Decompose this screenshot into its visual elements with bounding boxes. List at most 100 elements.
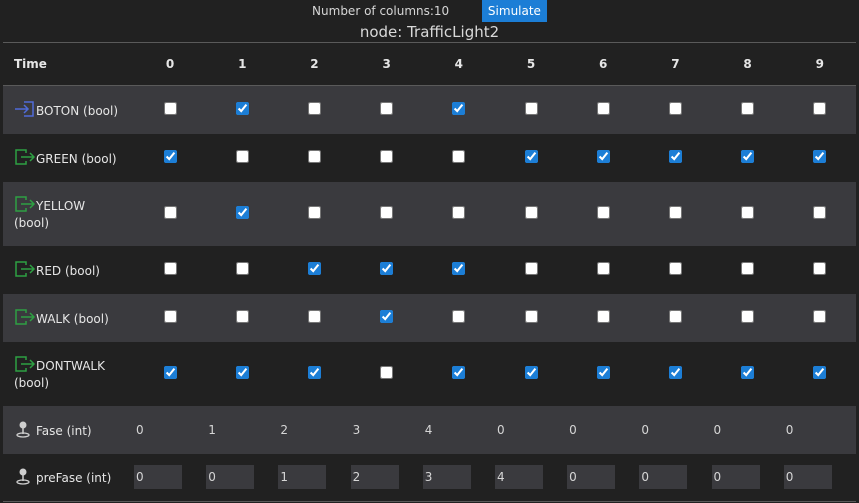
bool-value-checkbox[interactable] xyxy=(524,309,538,323)
bool-value-checkbox[interactable] xyxy=(452,309,466,323)
value-cell xyxy=(567,406,639,454)
bool-value-checkbox[interactable] xyxy=(163,309,177,323)
bool-value-checkbox[interactable] xyxy=(307,309,321,323)
bool-value-checkbox[interactable] xyxy=(163,261,177,275)
table-row: Fase (int) xyxy=(3,405,856,454)
int-value-input[interactable] xyxy=(494,465,543,490)
bool-value-checkbox[interactable] xyxy=(380,149,394,163)
bool-value-checkbox[interactable] xyxy=(596,205,610,219)
bool-value-checkbox[interactable] xyxy=(668,205,682,219)
bool-value-checkbox[interactable] xyxy=(307,261,321,275)
int-value-input[interactable] xyxy=(278,417,327,442)
bool-value-checkbox[interactable] xyxy=(741,149,755,163)
value-cell xyxy=(712,134,784,182)
bool-value-checkbox[interactable] xyxy=(524,205,538,219)
bool-value-checkbox[interactable] xyxy=(163,101,177,115)
bool-value-checkbox[interactable] xyxy=(452,365,466,379)
int-value-input[interactable] xyxy=(639,465,688,490)
bool-value-checkbox[interactable] xyxy=(813,365,827,379)
bool-value-checkbox[interactable] xyxy=(596,261,610,275)
bool-value-checkbox[interactable] xyxy=(452,149,466,163)
bool-value-checkbox[interactable] xyxy=(813,101,827,115)
bool-value-checkbox[interactable] xyxy=(307,101,321,115)
bool-value-checkbox[interactable] xyxy=(380,101,394,115)
bool-value-checkbox[interactable] xyxy=(452,261,466,275)
bool-value-checkbox[interactable] xyxy=(307,365,321,379)
int-value-input[interactable] xyxy=(206,465,255,490)
bool-value-checkbox[interactable] xyxy=(163,149,177,163)
bool-value-checkbox[interactable] xyxy=(380,309,394,323)
bool-value-checkbox[interactable] xyxy=(235,309,249,323)
bool-value-checkbox[interactable] xyxy=(307,205,321,219)
header-row: Time 0 1 2 3 4 5 6 7 8 9 xyxy=(3,42,856,86)
value-cell xyxy=(495,294,567,342)
bool-value-checkbox[interactable] xyxy=(380,205,394,219)
bool-value-checkbox[interactable] xyxy=(668,149,682,163)
bool-value-checkbox[interactable] xyxy=(741,101,755,115)
columns-input[interactable] xyxy=(433,2,478,20)
int-value-input[interactable] xyxy=(494,417,543,442)
signal-name-cell: BOTON (bool) xyxy=(3,86,134,134)
bool-value-checkbox[interactable] xyxy=(596,101,610,115)
simulate-button[interactable]: Simulate xyxy=(481,0,547,22)
bool-value-checkbox[interactable] xyxy=(235,149,249,163)
bool-value-checkbox[interactable] xyxy=(524,101,538,115)
int-value-input[interactable] xyxy=(711,465,760,490)
bool-value-checkbox[interactable] xyxy=(524,261,538,275)
int-value-input[interactable] xyxy=(350,465,399,490)
bool-value-checkbox[interactable] xyxy=(235,101,249,115)
bool-value-checkbox[interactable] xyxy=(596,365,610,379)
bool-value-checkbox[interactable] xyxy=(596,309,610,323)
bool-value-checkbox[interactable] xyxy=(235,205,249,219)
value-cell xyxy=(351,86,423,134)
int-value-input[interactable] xyxy=(134,465,183,490)
bool-value-checkbox[interactable] xyxy=(380,365,394,379)
int-value-input[interactable] xyxy=(567,465,616,490)
int-value-input[interactable] xyxy=(350,417,399,442)
value-cell xyxy=(567,134,639,182)
int-value-input[interactable] xyxy=(422,465,471,490)
int-value-input[interactable] xyxy=(783,417,832,442)
value-cell xyxy=(206,294,278,342)
bool-value-checkbox[interactable] xyxy=(813,149,827,163)
table-row: BOTON (bool) xyxy=(3,85,856,134)
int-value-input[interactable] xyxy=(567,417,616,442)
bool-value-checkbox[interactable] xyxy=(741,205,755,219)
bool-value-checkbox[interactable] xyxy=(668,101,682,115)
value-cell xyxy=(278,294,350,342)
value-cell xyxy=(567,453,640,502)
value-cell xyxy=(134,294,206,342)
bool-value-checkbox[interactable] xyxy=(741,365,755,379)
bool-value-checkbox[interactable] xyxy=(668,365,682,379)
bool-value-checkbox[interactable] xyxy=(452,205,466,219)
int-value-input[interactable] xyxy=(206,417,255,442)
int-value-input[interactable] xyxy=(422,417,471,442)
bool-value-checkbox[interactable] xyxy=(380,261,394,275)
bool-value-checkbox[interactable] xyxy=(235,365,249,379)
bool-value-checkbox[interactable] xyxy=(163,205,177,219)
bool-value-checkbox[interactable] xyxy=(524,365,538,379)
int-value-input[interactable] xyxy=(783,465,832,490)
int-value-input[interactable] xyxy=(278,465,327,490)
bool-value-checkbox[interactable] xyxy=(596,149,610,163)
bool-value-checkbox[interactable] xyxy=(668,261,682,275)
bool-value-checkbox[interactable] xyxy=(452,101,466,115)
bool-value-checkbox[interactable] xyxy=(307,149,321,163)
bool-value-checkbox[interactable] xyxy=(813,205,827,219)
table-row: YELLOW (bool) xyxy=(3,181,856,246)
bool-value-checkbox[interactable] xyxy=(813,309,827,323)
value-cell xyxy=(494,453,568,502)
int-value-input[interactable] xyxy=(134,417,183,442)
bool-value-checkbox[interactable] xyxy=(813,261,827,275)
bool-value-checkbox[interactable] xyxy=(235,261,249,275)
bool-value-checkbox[interactable] xyxy=(524,149,538,163)
bool-value-checkbox[interactable] xyxy=(163,365,177,379)
column-header: 0 xyxy=(134,42,207,86)
bool-value-checkbox[interactable] xyxy=(741,261,755,275)
bool-value-checkbox[interactable] xyxy=(668,309,682,323)
int-value-input[interactable] xyxy=(639,417,688,442)
value-cell xyxy=(639,342,711,406)
pin-icon xyxy=(14,420,36,438)
int-value-input[interactable] xyxy=(711,417,760,442)
bool-value-checkbox[interactable] xyxy=(741,309,755,323)
